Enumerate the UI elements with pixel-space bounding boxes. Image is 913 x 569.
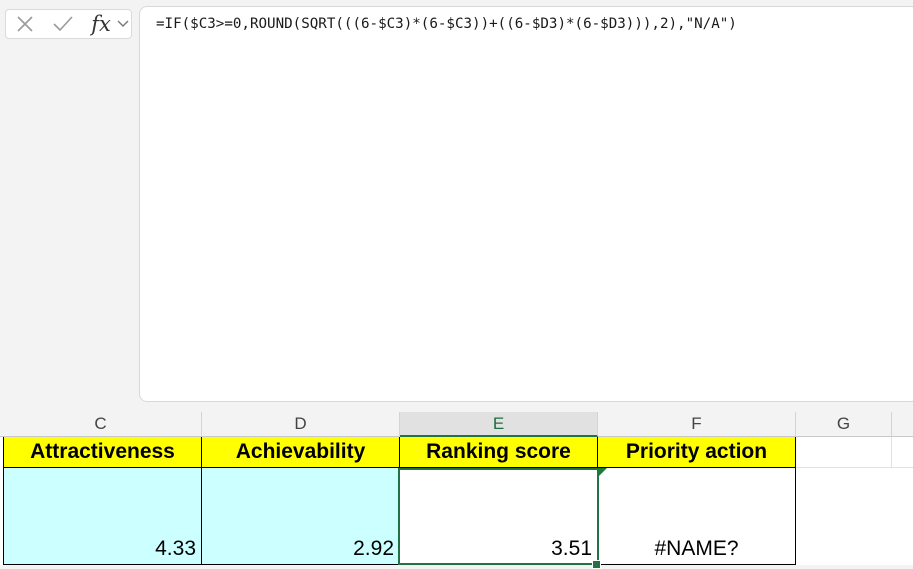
- header-cell-attractiveness[interactable]: Attractiveness: [4, 437, 202, 468]
- cell-achievability-value[interactable]: 2.92: [202, 468, 400, 565]
- column-header-g[interactable]: G: [796, 412, 892, 437]
- formula-input[interactable]: =IF($C3>=0,ROUND(SQRT(((6-$C3)*(6-$C3))+…: [139, 6, 913, 402]
- insert-function-button[interactable]: fx: [86, 10, 116, 38]
- checkmark-icon[interactable]: [50, 10, 76, 38]
- fx-label: fx: [91, 12, 111, 36]
- formula-text[interactable]: =IF($C3>=0,ROUND(SQRT(((6-$C3)*(6-$C3))+…: [156, 16, 737, 32]
- close-icon[interactable]: [12, 10, 38, 38]
- column-header-e[interactable]: E: [400, 412, 598, 437]
- cell-attractiveness-value[interactable]: 4.33: [4, 468, 202, 565]
- header-cell-achievability[interactable]: Achievability: [202, 437, 400, 468]
- header-cell-priority-action[interactable]: Priority action: [598, 437, 796, 468]
- header-cell-ranking-score[interactable]: Ranking score: [400, 437, 598, 468]
- chevron-down-icon[interactable]: [116, 10, 130, 38]
- column-header-f[interactable]: F: [598, 412, 796, 437]
- formula-bar-controls: fx: [5, 9, 132, 39]
- cell-g-header[interactable]: [796, 437, 892, 468]
- column-header-next[interactable]: [892, 412, 913, 437]
- spreadsheet-grid[interactable]: C D E F G Attractiveness Achievability R…: [0, 412, 913, 569]
- column-header-c[interactable]: C: [0, 412, 202, 437]
- cell-ranking-score-value[interactable]: 3.51: [400, 468, 598, 565]
- cell-next-header[interactable]: [892, 437, 913, 468]
- error-indicator-icon[interactable]: [598, 468, 607, 477]
- column-header-d[interactable]: D: [202, 412, 400, 437]
- cell-priority-action-value[interactable]: #NAME?: [598, 468, 796, 565]
